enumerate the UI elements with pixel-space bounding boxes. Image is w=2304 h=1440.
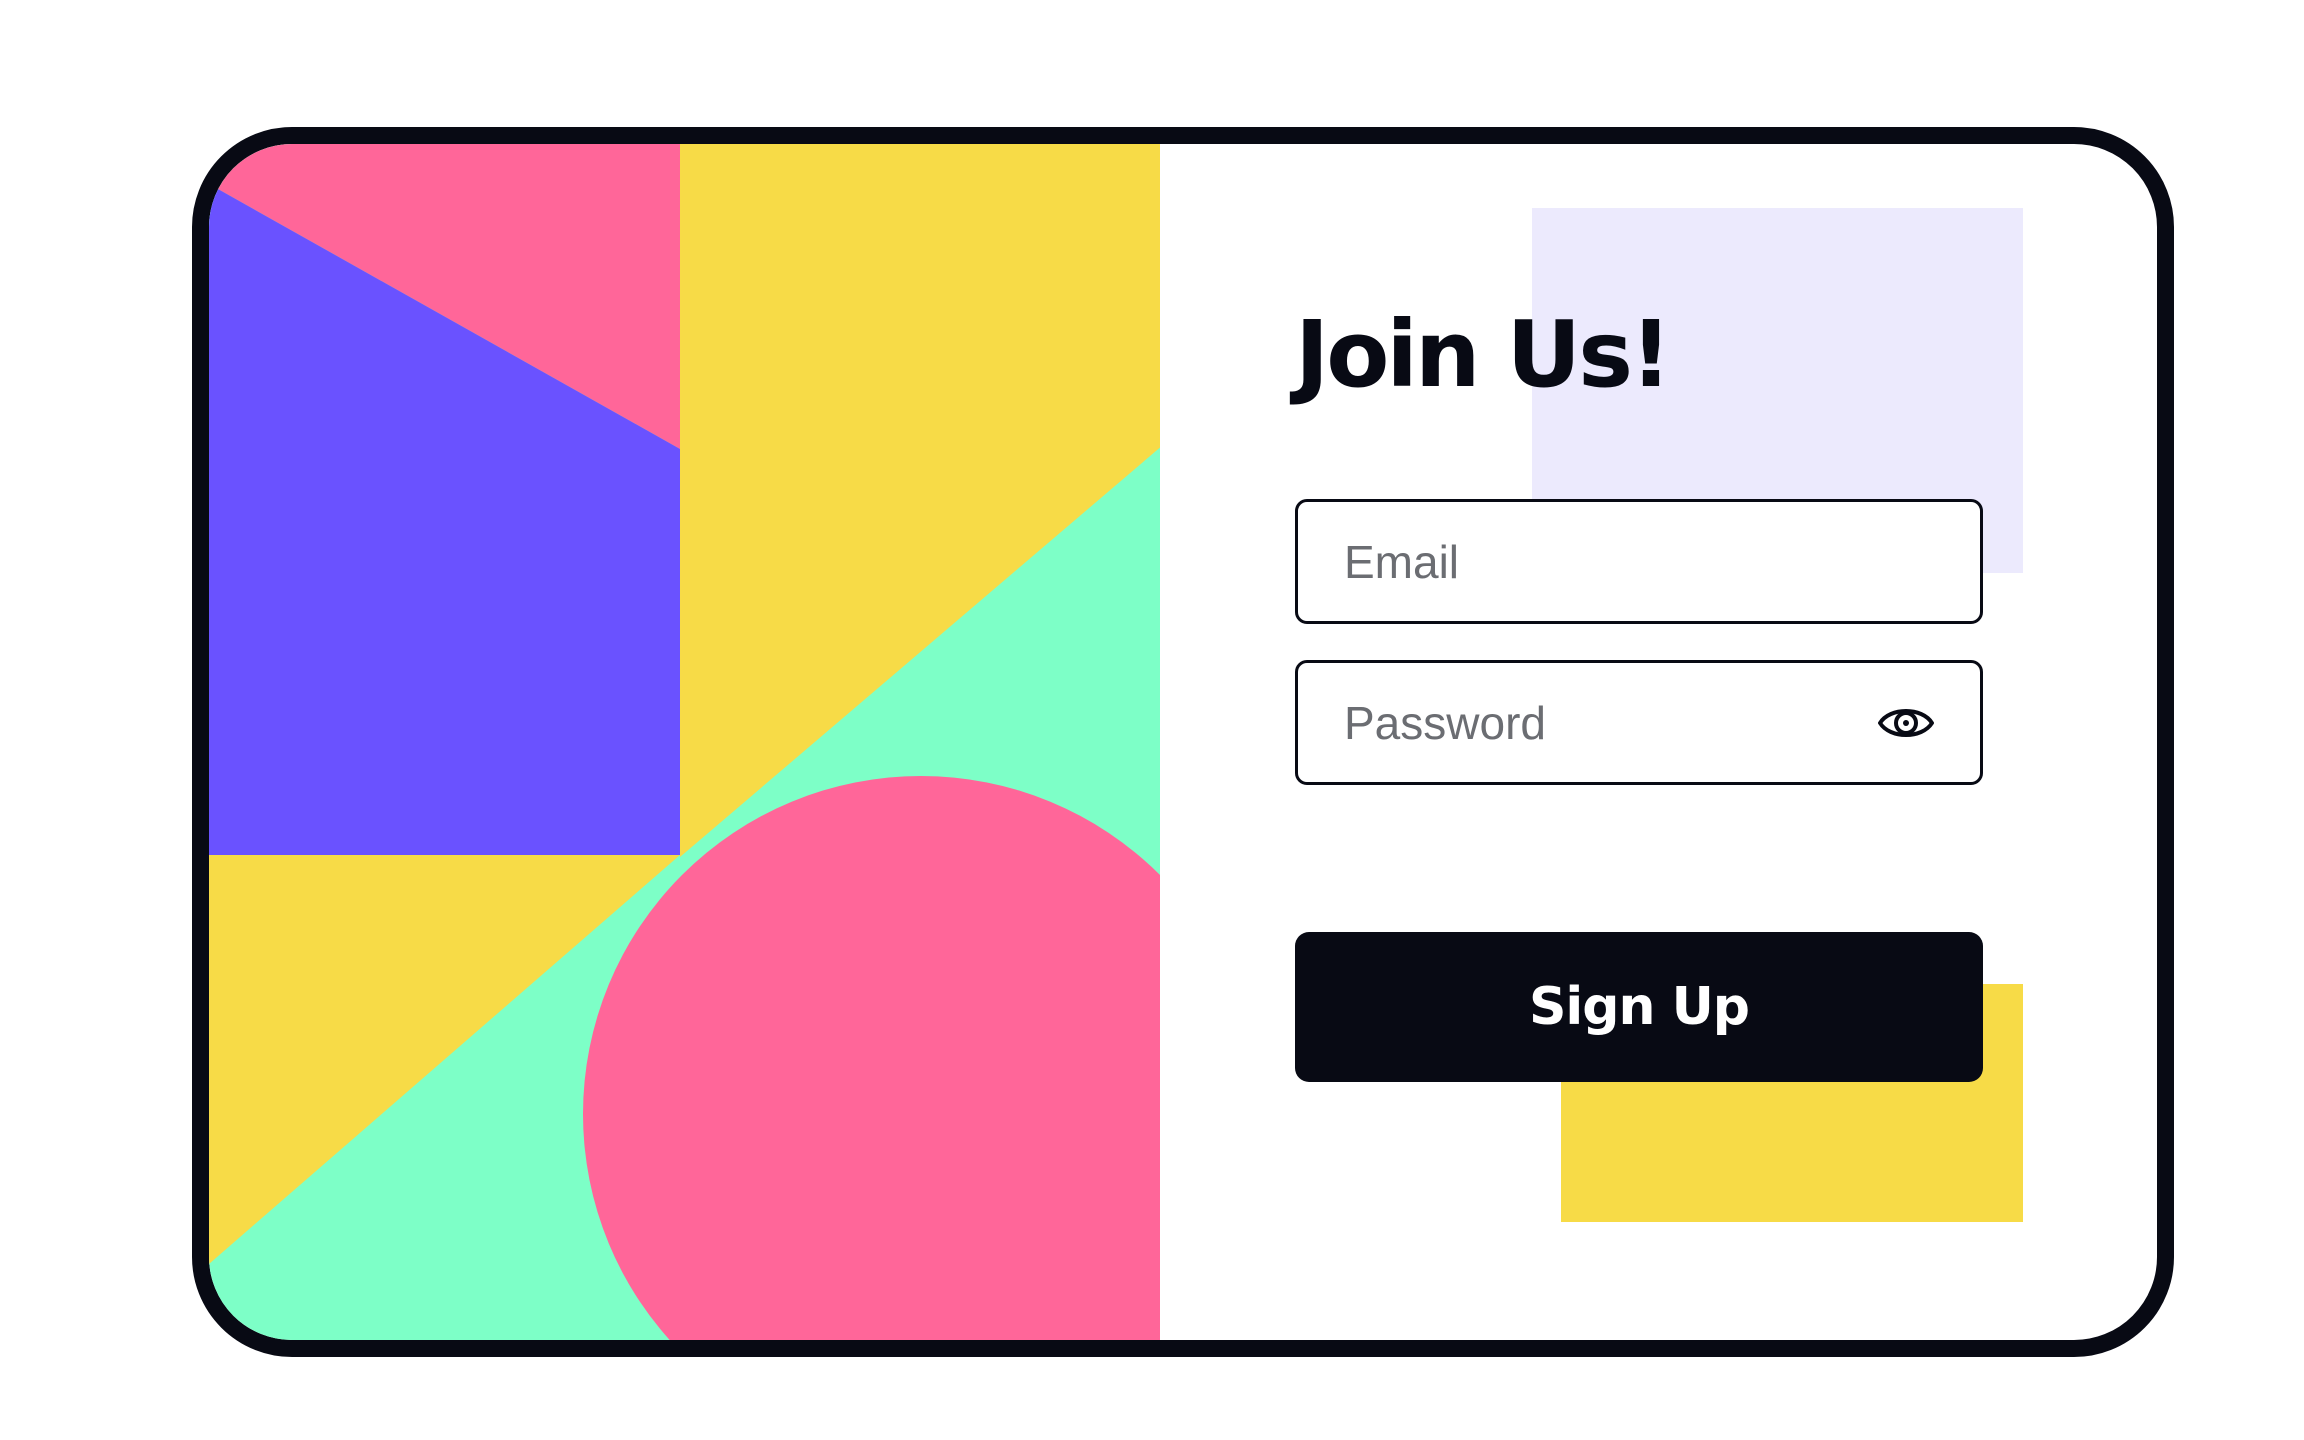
- eye-icon[interactable]: [1876, 699, 1936, 747]
- signup-card: Join Us! Sign Up: [192, 127, 2174, 1357]
- geometric-artwork-svg: [209, 144, 1163, 1340]
- signup-form-panel: Join Us! Sign Up: [1163, 144, 2157, 1340]
- page-title: Join Us!: [1295, 301, 1672, 408]
- password-field[interactable]: [1295, 660, 1983, 785]
- email-input[interactable]: [1298, 502, 1980, 621]
- sign-up-button[interactable]: Sign Up: [1295, 932, 1983, 1082]
- geometric-artwork: [209, 144, 1163, 1340]
- email-field[interactable]: [1295, 499, 1983, 624]
